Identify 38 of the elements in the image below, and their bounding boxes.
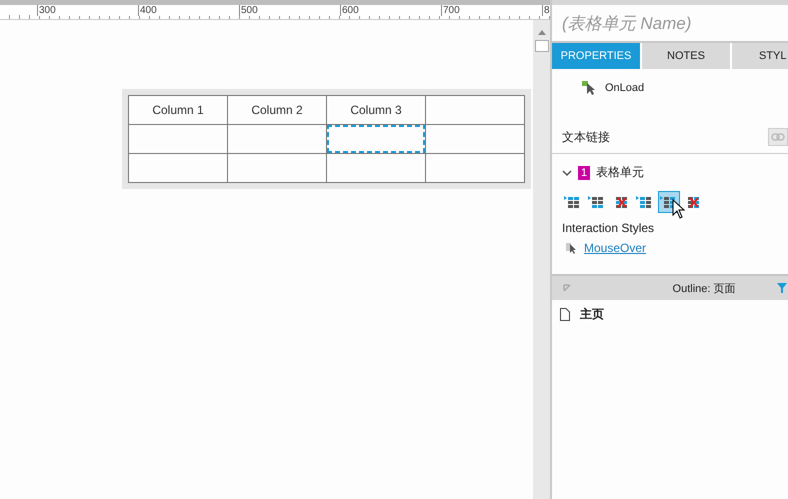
table-cell[interactable] [228, 154, 326, 182]
link-icon [771, 133, 785, 141]
table-header-cell[interactable] [426, 96, 524, 124]
ruler-label: 500 [239, 5, 340, 16]
widget-name: 表格单元 [596, 164, 644, 181]
table-cell[interactable] [326, 124, 426, 154]
table-cell[interactable] [128, 124, 228, 154]
table-cell[interactable] [128, 154, 228, 182]
text-link-label: 文本链接 [562, 128, 610, 146]
filter-icon[interactable] [776, 282, 788, 294]
chevron-icon[interactable] [562, 168, 572, 176]
page-name[interactable]: 主页 [580, 306, 604, 323]
scrollbar[interactable] [533, 20, 550, 499]
ruler-label: 600 [340, 5, 441, 16]
mouse-pointer-icon [672, 199, 686, 219]
panel-tab[interactable]: STYL [732, 43, 788, 69]
table-cell[interactable] [426, 154, 524, 182]
widget-badge: 1 [578, 166, 590, 180]
panel-tab[interactable]: NOTES [642, 43, 732, 69]
table-header-cell[interactable]: Column 2 [228, 96, 326, 124]
insert-row-below-icon [588, 195, 606, 209]
scrollbar-thumb[interactable] [534, 40, 548, 52]
table-cell[interactable] [326, 154, 426, 182]
ruler-label: 700 [441, 5, 542, 16]
style-cursor-icon [566, 242, 578, 254]
table-header-cell[interactable]: Column 1 [128, 96, 228, 124]
event-cursor-icon [582, 81, 596, 95]
scroll-up-icon[interactable] [536, 28, 546, 36]
page-icon [560, 308, 570, 321]
insert-column-left-icon [636, 195, 654, 209]
event-name[interactable]: OnLoad [605, 82, 644, 94]
insert-row-above-icon [564, 195, 582, 209]
interaction-styles-heading: Interaction Styles [562, 221, 656, 235]
mouseover-link[interactable]: MouseOver [584, 241, 646, 255]
outline-title: Outline: 页面 [672, 282, 736, 296]
table-cell[interactable] [426, 124, 524, 154]
table-header-cell[interactable]: Column 3 [326, 96, 426, 124]
table-cell[interactable] [228, 124, 326, 154]
